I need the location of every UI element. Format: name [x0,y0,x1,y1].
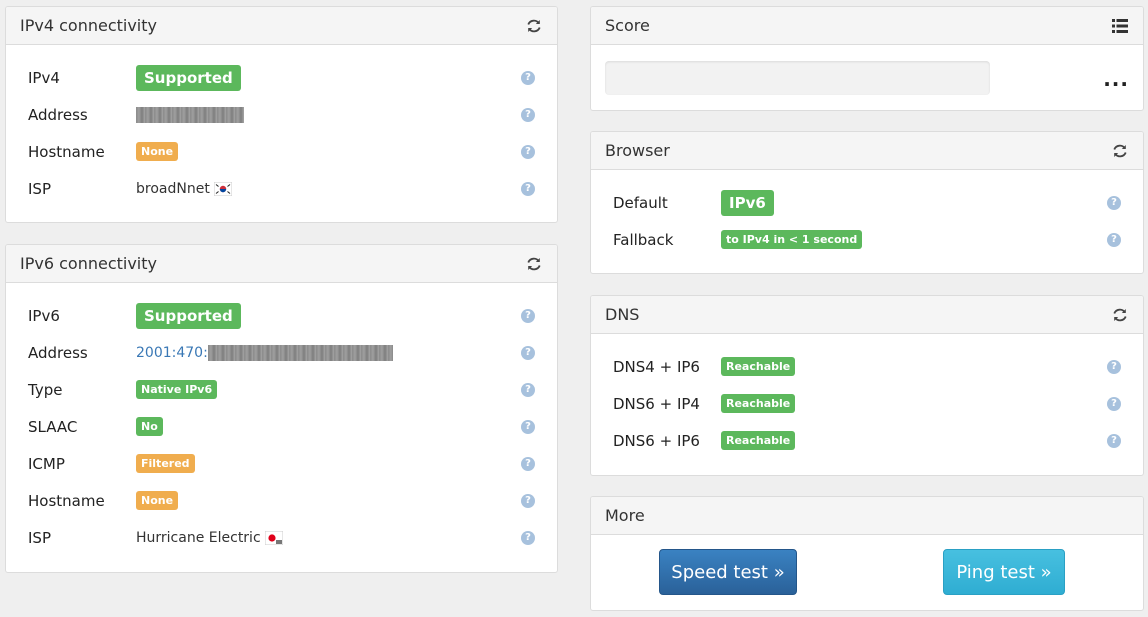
row-label: SLAAC [28,417,78,436]
row-label: Hostname [28,491,105,510]
status-badge: Reachable [721,431,796,450]
help-icon[interactable]: ? [1107,195,1121,210]
row-label: Fallback [613,230,674,249]
browser-default-row: Default IPv6 ? [613,184,1121,221]
status-badge: None [136,142,179,161]
ipv6-address-link[interactable]: 2001:470: [136,345,208,361]
ipv6-panel-header: IPv6 connectivity [6,245,557,283]
ipv6-panel-title: IPv6 connectivity [20,254,157,273]
redacted-address [136,106,244,123]
row-label: Address [28,105,88,124]
help-icon[interactable]: ? [521,181,535,196]
browser-panel-title: Browser [605,141,670,160]
dns6-ip4-row: DNS6 + IP4 Reachable ? [613,385,1121,422]
help-icon[interactable]: ? [1107,396,1121,411]
row-label: ISP [28,179,51,198]
help-icon[interactable]: ? [521,419,535,434]
ping-test-button[interactable]: Ping test » [943,549,1065,595]
refresh-icon[interactable] [525,255,543,273]
status-badge: IPv6 [721,189,774,216]
ipv6-isp-row: ISP Hurricane Electric ? [28,519,535,556]
row-label: Default [613,193,668,212]
more-options-button[interactable]: ... [1103,69,1129,89]
help-icon[interactable]: ? [1107,232,1121,247]
row-label: IPv6 [28,306,60,325]
browser-fallback-row: Fallback to IPv4 in < 1 second ? [613,221,1121,258]
ipv4-panel-header: IPv4 connectivity [6,7,557,45]
score-panel-header: Score [591,7,1143,45]
help-icon[interactable]: ? [521,382,535,397]
row-label: ICMP [28,454,65,473]
refresh-icon[interactable] [1111,306,1129,324]
korea-flag-icon [213,181,233,196]
ipv4-row: IPv4 Supported ? [28,59,535,96]
isp-name: broadNnet [136,180,210,197]
speed-test-button[interactable]: Speed test » [659,549,797,595]
row-label: Type [28,380,63,399]
refresh-icon[interactable] [1111,142,1129,160]
help-icon[interactable]: ? [521,144,535,159]
more-panel-title: More [605,506,645,525]
browser-panel: Browser Default IPv6 ? Fallback to IPv4 … [590,131,1144,274]
list-icon[interactable] [1111,17,1129,35]
help-icon[interactable]: ? [1107,433,1121,448]
ipv4-address-row: Address ? [28,96,535,133]
japan-flag-icon [264,530,284,545]
status-badge: Supported [136,64,241,91]
score-progress-bar [605,61,990,95]
more-panel: More Speed test » Ping test » [590,496,1144,611]
help-icon[interactable]: ? [521,456,535,471]
dns-panel-header: DNS [591,296,1143,334]
ipv6-slaac-row: SLAAC No ? [28,408,535,445]
ipv6-type-row: Type Native IPv6 ? [28,371,535,408]
row-label: Hostname [28,142,105,161]
ipv4-isp-row: ISP broadNnet ? [28,170,535,207]
status-badge: Filtered [136,454,195,473]
row-label: DNS4 + IP6 [613,357,700,376]
status-badge: No [136,417,163,436]
row-label: IPv4 [28,68,60,87]
status-badge: Supported [136,302,241,329]
status-badge: Reachable [721,357,796,376]
ipv4-panel-title: IPv4 connectivity [20,16,157,35]
redacted-address [207,344,393,361]
dns-panel-title: DNS [605,305,640,324]
more-panel-header: More [591,497,1143,535]
help-icon[interactable]: ? [1107,359,1121,374]
ipv6-address-row: Address 2001:470: ? [28,334,535,371]
help-icon[interactable]: ? [521,530,535,545]
row-label: DNS6 + IP4 [613,394,700,413]
ipv6-row: IPv6 Supported ? [28,297,535,334]
status-badge: Native IPv6 [136,380,218,399]
isp-name: Hurricane Electric [136,529,261,546]
help-icon[interactable]: ? [521,345,535,360]
ipv4-panel: IPv4 connectivity IPv4 Supported ? Addre… [5,6,558,223]
help-icon[interactable]: ? [521,308,535,323]
browser-panel-header: Browser [591,132,1143,170]
ipv6-panel: IPv6 connectivity IPv6 Supported ? Addre… [5,244,558,573]
row-label: Address [28,343,88,362]
score-panel-title: Score [605,16,650,35]
row-label: ISP [28,528,51,547]
help-icon[interactable]: ? [521,107,535,122]
ipv6-hostname-row: Hostname None ? [28,482,535,519]
ipv6-icmp-row: ICMP Filtered ? [28,445,535,482]
score-panel: Score ... [590,6,1144,111]
dns6-ip6-row: DNS6 + IP6 Reachable ? [613,422,1121,459]
help-icon[interactable]: ? [521,493,535,508]
dns-panel: DNS DNS4 + IP6 Reachable ? DNS6 + IP4 Re… [590,295,1144,476]
status-badge: Reachable [721,394,796,413]
status-badge: None [136,491,179,510]
dns4-ip6-row: DNS4 + IP6 Reachable ? [613,348,1121,385]
ipv4-hostname-row: Hostname None ? [28,133,535,170]
status-badge: to IPv4 in < 1 second [721,230,863,249]
help-icon[interactable]: ? [521,70,535,85]
refresh-icon[interactable] [525,17,543,35]
row-label: DNS6 + IP6 [613,431,700,450]
